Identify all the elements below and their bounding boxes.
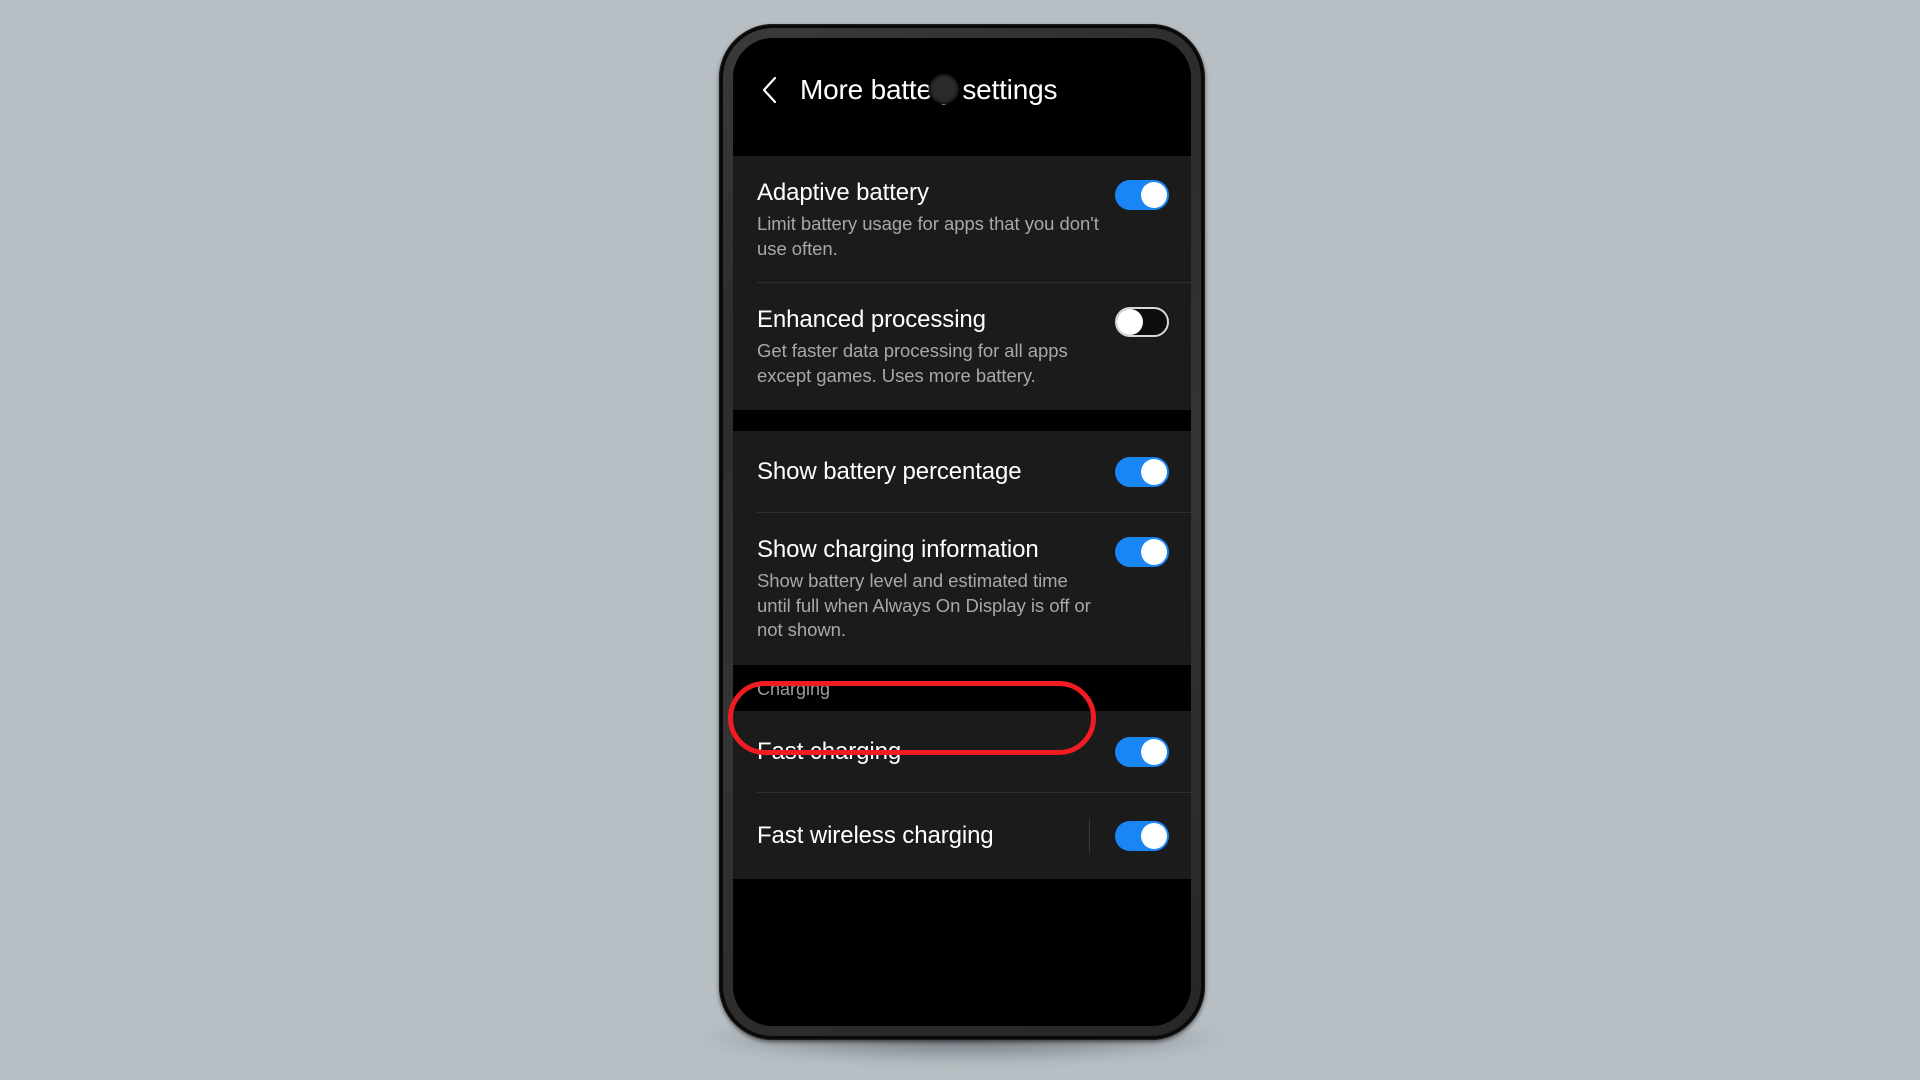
setting-row-text: Fast wireless charging	[757, 821, 1089, 851]
setting-title: Fast wireless charging	[757, 821, 994, 849]
back-button[interactable]	[747, 68, 791, 112]
toggle-enhanced-processing[interactable]	[1115, 307, 1169, 337]
setting-row-text: Enhanced processing Get faster data proc…	[757, 305, 1115, 388]
setting-row-text: Show charging information Show battery l…	[757, 535, 1115, 643]
setting-row-show-battery-percentage[interactable]: Show battery percentage	[733, 431, 1191, 513]
toggle-knob	[1141, 539, 1167, 565]
setting-title: Enhanced processing	[757, 306, 986, 333]
setting-row-text: Adaptive battery Limit battery usage for…	[757, 178, 1115, 261]
setting-title: Adaptive battery	[757, 179, 929, 206]
toggle-fast-charging[interactable]	[1115, 736, 1169, 767]
phone-device-frame: More battery settings Adaptive battery L…	[719, 24, 1205, 1040]
toggle-separator	[1089, 818, 1090, 853]
setting-row-show-charging-information[interactable]: Show charging information Show battery l…	[733, 513, 1191, 665]
setting-row-adaptive-battery[interactable]: Adaptive battery Limit battery usage for…	[733, 156, 1191, 283]
toggle-adaptive-battery[interactable]	[1115, 180, 1169, 210]
toggle-knob	[1141, 459, 1167, 485]
setting-row-fast-charging[interactable]: Fast charging	[733, 711, 1191, 793]
setting-subtitle: Show battery level and estimated time un…	[757, 570, 1091, 640]
settings-card-general: Adaptive battery Limit battery usage for…	[733, 156, 1191, 410]
setting-subtitle: Get faster data processing for all apps …	[757, 340, 1068, 386]
section-gap	[733, 410, 1191, 431]
toggle-fast-wireless-charging[interactable]	[1115, 820, 1169, 851]
setting-title: Fast charging	[757, 737, 902, 765]
toggle-show-battery-percentage[interactable]	[1115, 457, 1169, 487]
settings-card-charging: Fast charging Fast wireless charging	[733, 710, 1191, 879]
app-bar: More battery settings	[733, 38, 1191, 156]
settings-list: Adaptive battery Limit battery usage for…	[733, 156, 1191, 1026]
settings-card-display: Show battery percentage Show charging in…	[733, 431, 1191, 665]
toggle-knob	[1141, 738, 1167, 765]
phone-screen: More battery settings Adaptive battery L…	[733, 38, 1191, 1026]
toggle-show-charging-information[interactable]	[1115, 537, 1169, 567]
setting-title: Show charging information	[757, 536, 1039, 563]
section-header-charging: Charging	[733, 664, 1191, 711]
setting-row-text: Fast charging	[757, 737, 1115, 767]
setting-title: Show battery percentage	[757, 458, 1022, 485]
section-label: Charging	[757, 678, 831, 699]
toggle-knob	[1141, 182, 1167, 208]
toggle-knob	[1141, 822, 1167, 849]
front-camera-punch-hole-icon	[929, 74, 959, 104]
setting-subtitle: Limit battery usage for apps that you do…	[757, 213, 1099, 259]
setting-row-enhanced-processing[interactable]: Enhanced processing Get faster data proc…	[733, 283, 1191, 410]
setting-row-text: Show battery percentage	[757, 457, 1115, 487]
setting-row-fast-wireless-charging[interactable]: Fast wireless charging	[733, 793, 1191, 879]
chevron-left-icon	[762, 76, 776, 104]
toggle-knob	[1117, 309, 1143, 335]
